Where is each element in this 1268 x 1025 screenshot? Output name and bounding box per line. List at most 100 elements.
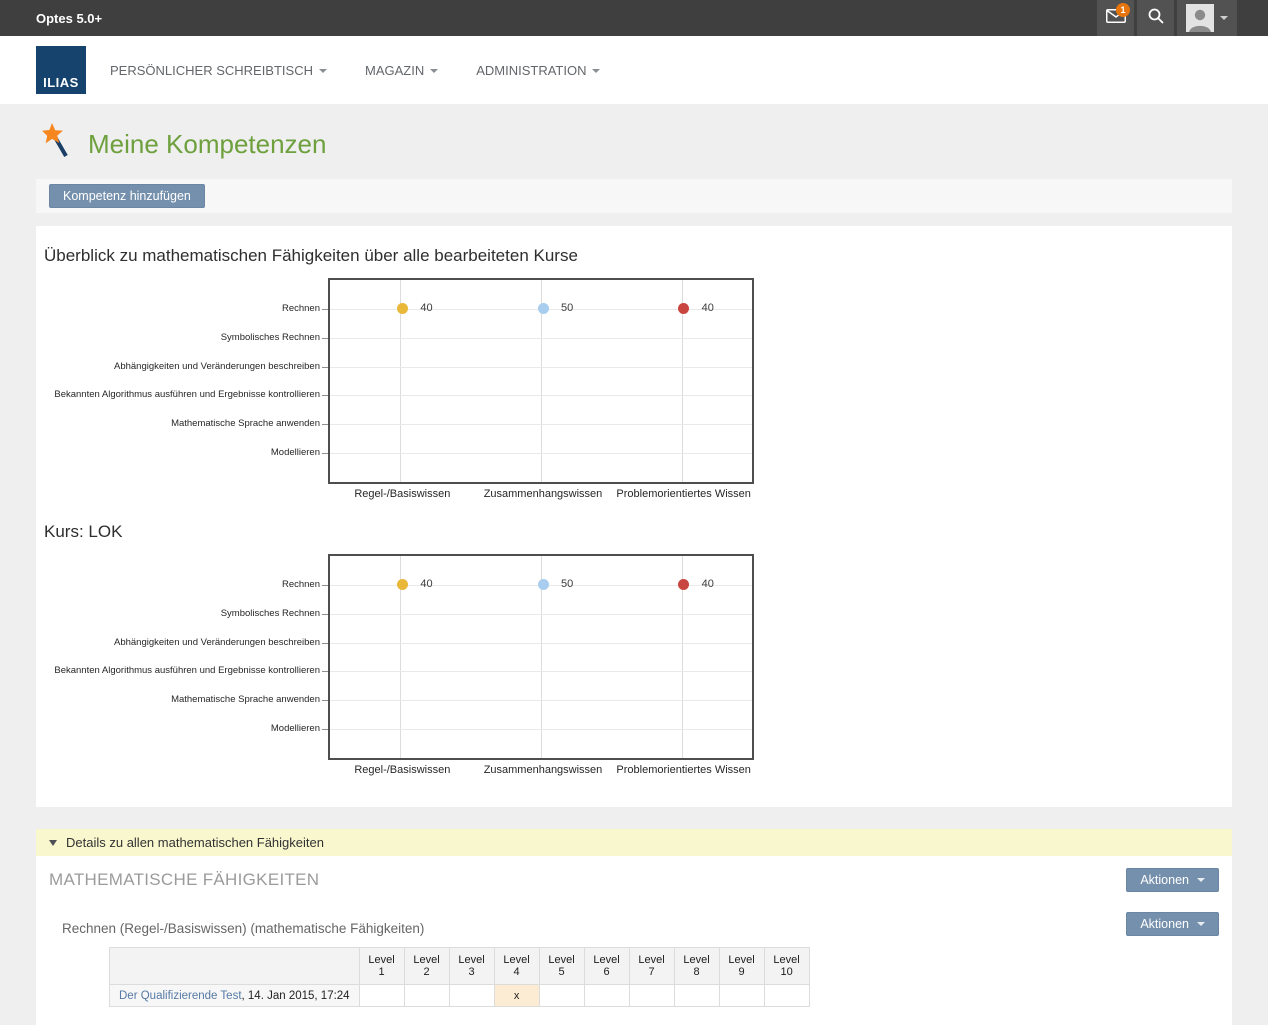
level-cell [404,985,449,1007]
details-banner-label: Details zu allen mathematischen Fähigkei… [66,835,324,850]
y-axis-tick [322,424,328,425]
chevron-down-icon [592,69,600,73]
chart-point [678,303,689,314]
entry-cell: Der Qualifizierende Test, 14. Jan 2015, … [110,985,360,1007]
chevron-down-icon [1197,922,1205,926]
test-link[interactable]: Der Qualifizierende Test [119,990,242,1002]
level-cell [584,985,629,1007]
level-table: Level 1Level 2Level 3Level 4Level 5 Level… [109,947,810,1007]
skill-block-header: Rechnen (Regel-/Basiswissen) (mathematis… [49,912,1219,936]
chart-point-value: 50 [561,302,573,314]
competence-chart: 405040RechnenSymbolisches RechnenAbhängi… [328,278,758,508]
y-axis-tick [322,614,328,615]
y-axis-tick [322,585,328,586]
main-nav: ILIAS PERSÖNLICHER SCHREIBTISCH MAGAZIN AD… [0,36,1268,104]
add-competence-label: Kompetenz hinzufügen [63,189,191,203]
level-cell [674,985,719,1007]
ilias-logo[interactable]: ILIAS [36,46,86,94]
nav-item-label: PERSÖNLICHER SCHREIBTISCH [110,63,313,78]
table-corner-cell [110,948,360,985]
avatar [1186,4,1214,32]
x-axis-label: Problemorientiertes Wissen [599,764,769,776]
triangle-down-icon [49,840,57,846]
chart-plot-area: 405040 [328,554,754,760]
y-axis-label: Rechnen [40,579,320,590]
y-axis-tick [322,309,328,310]
level-column-header: Level 8 [674,948,719,985]
nav-items: PERSÖNLICHER SCHREIBTISCH MAGAZIN ADMINIST… [110,63,600,78]
chart-point-value: 40 [420,302,432,314]
chart-point [538,303,549,314]
y-axis-label: Mathematische Sprache anwenden [40,418,320,429]
horizontal-gridline [330,700,752,701]
y-axis-tick [322,700,328,701]
page-header: Meine Kompetenzen [36,104,1232,177]
page-title: Meine Kompetenzen [88,129,326,160]
actions-button[interactable]: Aktionen [1126,912,1219,936]
chart-point-value: 40 [702,302,714,314]
details-accordion-toggle[interactable]: Details zu allen mathematischen Fähigkei… [36,829,1232,856]
level-column-header: Level 9 [719,948,764,985]
level-column-header: Level 2 [404,948,449,985]
level-column-header: Level 4 [494,948,539,985]
search-button[interactable] [1137,0,1174,36]
x-axis-label: Problemorientiertes Wissen [599,488,769,500]
actions-button[interactable]: Aktionen [1126,868,1219,892]
horizontal-gridline [330,614,752,615]
level-cell [539,985,584,1007]
y-axis-label: Abhängigkeiten und Veränderungen beschre… [40,361,320,372]
level-cell [629,985,674,1007]
level-column-header: Level 5 [539,948,584,985]
nav-item-magazin[interactable]: MAGAZIN [365,63,438,78]
level-column-header: Level 7 [629,948,674,985]
level-column-header: Level 3 [449,948,494,985]
horizontal-gridline [330,671,752,672]
level-cell [449,985,494,1007]
level-column-header: Level 1 [359,948,404,985]
y-axis-label: Bekannten Algorithmus ausführen und Erge… [40,665,320,676]
actions-label: Aktionen [1140,873,1189,887]
skills-section-title: MATHEMATISCHE FÄHIGKEITEN [49,870,319,890]
y-axis-tick [322,367,328,368]
chart-point [397,579,408,590]
nav-item-label: ADMINISTRATION [476,63,586,78]
chevron-down-icon [1220,16,1228,20]
competence-wand-icon [42,123,72,165]
entry-date: , 14. Jan 2015, 17:24 [242,990,350,1002]
y-axis-tick [322,729,328,730]
horizontal-gridline [330,338,752,339]
y-axis-tick [322,671,328,672]
chart-point [538,579,549,590]
chart-point-value: 40 [702,578,714,590]
nav-item-pers-nlicher-schreibtisch[interactable]: PERSÖNLICHER SCHREIBTISCH [110,63,327,78]
chevron-down-icon [1197,878,1205,882]
chart-point [397,303,408,314]
y-axis-tick [322,338,328,339]
mail-button[interactable]: 1 [1097,0,1134,36]
search-icon [1148,8,1164,29]
nav-item-administration[interactable]: ADMINISTRATION [476,63,600,78]
actions-label: Aktionen [1140,917,1189,931]
horizontal-gridline [330,643,752,644]
chart-point-value: 50 [561,578,573,590]
level-cell [764,985,809,1007]
chart-title: Überblick zu mathematischen Fähigkeiten … [44,246,1224,278]
chart-title: Kurs: LOK [44,508,1224,554]
level-column-header: Level 10 [764,948,809,985]
chart-point [678,579,689,590]
y-axis-label: Bekannten Algorithmus ausführen und Erge… [40,389,320,400]
mail-badge: 1 [1116,3,1130,17]
top-bar: Optes 5.0+ 1 [0,0,1268,36]
user-menu-button[interactable] [1177,0,1237,36]
horizontal-gridline [330,729,752,730]
y-axis-label: Symbolisches Rechnen [40,608,320,619]
add-competence-button[interactable]: Kompetenz hinzufügen [49,184,205,208]
y-axis-tick [322,453,328,454]
skills-section-header: MATHEMATISCHE FÄHIGKEITEN Aktionen [49,868,1219,892]
y-axis-label: Modellieren [40,447,320,458]
level-cell [359,985,404,1007]
y-axis-label: Abhängigkeiten und Veränderungen beschre… [40,637,320,648]
toolbar: Kompetenz hinzufügen [36,179,1232,213]
horizontal-gridline [330,453,752,454]
level-cell [719,985,764,1007]
